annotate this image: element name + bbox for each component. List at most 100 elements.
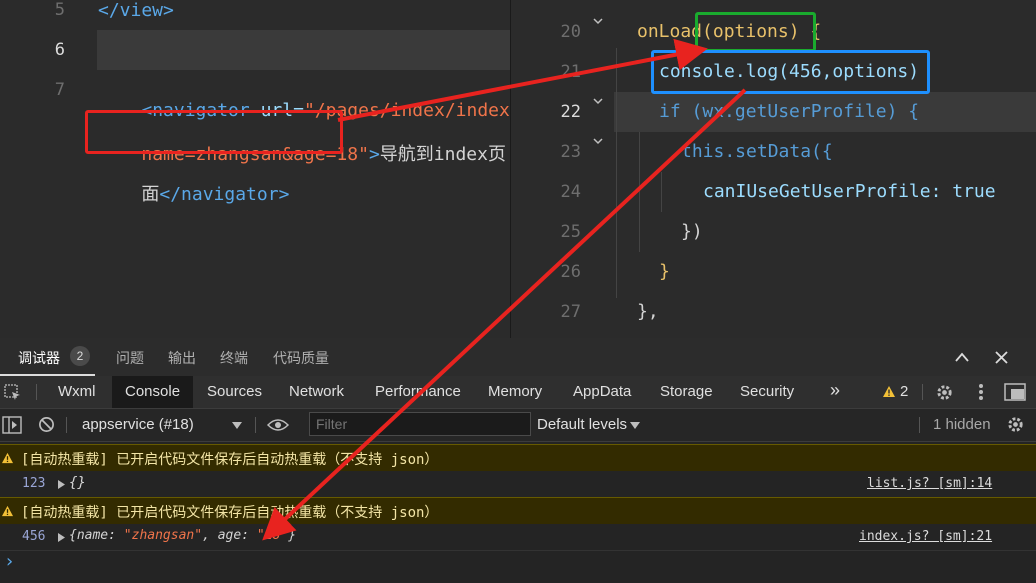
chevron-down-icon[interactable] [232,422,242,429]
code-line-22: if (wx.getUserProfile) { [659,101,920,122]
tab-terminal[interactable]: 终端 [220,348,248,368]
tab-performance[interactable]: Performance [375,383,461,400]
code-line-7-wrap-2: 面</navigator> [98,159,289,227]
code-token: url= [260,100,304,121]
code-line-26: } [659,261,670,282]
code-token: > [368,144,380,165]
tab-sources[interactable]: Sources [207,383,262,400]
chevron-down-icon[interactable] [630,422,640,429]
console-log-message: 123 {} list.js? [sm]:14 [0,471,1036,497]
object-token: "zhangsan" [123,528,203,543]
expand-triangle-icon[interactable] [58,533,65,542]
indent-guide [661,172,662,212]
toolbar-separator [255,417,256,433]
object-token: , age: [202,528,257,543]
right-code-editor[interactable]: 20 21 22 23 24 25 26 27 onLoad(options) … [511,0,1036,338]
tab-memory[interactable]: Memory [488,383,542,400]
source-link[interactable]: list.js? [sm]:14 [867,476,992,491]
levels-select[interactable]: Default levels [537,416,627,433]
code-token: "/pages/index/index? [303,100,521,121]
tab-problems[interactable]: 问题 [116,348,144,368]
object-token: {name: [69,528,124,543]
console-prompt-row[interactable]: › [0,550,1036,575]
prompt-caret: › [4,551,15,572]
tab-security[interactable]: Security [740,383,794,400]
debugger-count-badge: 2 [70,346,90,366]
warning-icon [1,505,14,517]
expand-triangle-icon[interactable] [58,480,65,489]
code-line-21: console.log(456,options) [659,61,920,82]
fold-chevron-icon[interactable] [593,96,603,106]
gear-icon[interactable] [935,383,954,402]
chevron-up-icon[interactable] [955,351,969,363]
line-number: 6 [54,40,65,60]
tab-network[interactable]: Network [289,383,344,400]
code-token: <navigator [141,100,261,121]
log-count: 456 [22,529,46,544]
message-text: {} [69,475,86,491]
code-line-20: onLoad(options) { [637,21,822,42]
left-code-editor[interactable]: 5 6 7 </view> <navigator url="/pages/ind… [0,0,521,338]
line-number: 23 [560,142,581,162]
object-token: } [288,528,297,543]
line-number: 27 [560,302,581,322]
eye-icon[interactable] [267,418,289,432]
message-text: [自动热重载] 已开启代码文件保存后自动热重载（不支持 json） [21,452,439,468]
inspect-element-icon[interactable] [4,384,22,402]
tab-output[interactable]: 输出 [168,348,196,368]
line-number: 25 [560,222,581,242]
tab-storage[interactable]: Storage [660,383,713,400]
warning-icon [1,452,14,464]
line-number: 21 [560,62,581,82]
object-token: "18" [256,528,289,543]
close-icon[interactable] [995,351,1008,364]
code-line-23: this.setData({ [681,141,833,162]
indent-guide [616,48,617,298]
code-token: 导航到index页 [379,144,506,165]
console-settings-gear-icon[interactable] [1006,415,1025,434]
clear-console-icon[interactable] [38,416,55,433]
code-token: 面 [141,184,160,205]
tab-code-quality[interactable]: 代码质量 [273,348,329,368]
hidden-count: 1 hidden [933,416,991,433]
toolbar-separator [922,384,923,400]
message-text: [自动热重载] 已开启代码文件保存后自动热重载（不支持 json） [21,505,439,521]
tab-wxml[interactable]: Wxml [58,383,96,400]
code-line-27: }, [637,301,659,322]
more-tabs-button[interactable]: » [830,380,840,401]
sidebar-toggle-icon[interactable] [2,416,22,434]
log-count: 123 [22,476,46,491]
line-number: 7 [54,80,65,100]
console-log-message: 456 {name: "zhangsan", age: "18"} index.… [0,524,1036,550]
toolbar-separator [66,417,67,433]
current-line-highlight [97,30,510,70]
indent-guide [639,132,640,252]
code-line-25: }) [681,221,703,242]
warning-count[interactable]: 2 [900,383,908,400]
line-number: 5 [54,0,65,20]
line-number: 24 [560,182,581,202]
source-link[interactable]: index.js? [sm]:21 [859,529,992,544]
line-number: 22 [560,102,581,122]
tab-appdata[interactable]: AppData [573,383,631,400]
dock-side-icon[interactable] [1004,383,1026,401]
code-line-5: </view> [98,0,174,21]
warning-icon [883,386,895,397]
tab-console[interactable]: Console [112,376,194,408]
line-number: 20 [560,22,581,42]
line-number: 26 [560,262,581,282]
code-line-24: canIUseGetUserProfile: true [703,181,996,202]
code-token: </navigator> [159,184,290,205]
console-toolbar: appservice (#18) Default levels 1 hidden [0,409,1036,442]
tab-debugger[interactable]: 调试器 [18,348,60,368]
context-select[interactable]: appservice (#18) [82,416,194,433]
console-warning-message: [自动热重载] 已开启代码文件保存后自动热重载（不支持 json） [0,497,1036,525]
filter-input[interactable] [309,412,531,436]
toolbar-separator [36,384,37,400]
fold-chevron-icon[interactable] [593,16,603,26]
fold-chevron-icon[interactable] [593,136,603,146]
devtools-panel: 调试器 2 问题 输出 终端 代码质量 Wxml Console Sources… [0,338,1036,583]
console-warning-message: [自动热重载] 已开启代码文件保存后自动热重载（不支持 json） [0,444,1036,472]
more-options-icon[interactable] [978,383,984,401]
toolbar-separator [919,417,920,433]
